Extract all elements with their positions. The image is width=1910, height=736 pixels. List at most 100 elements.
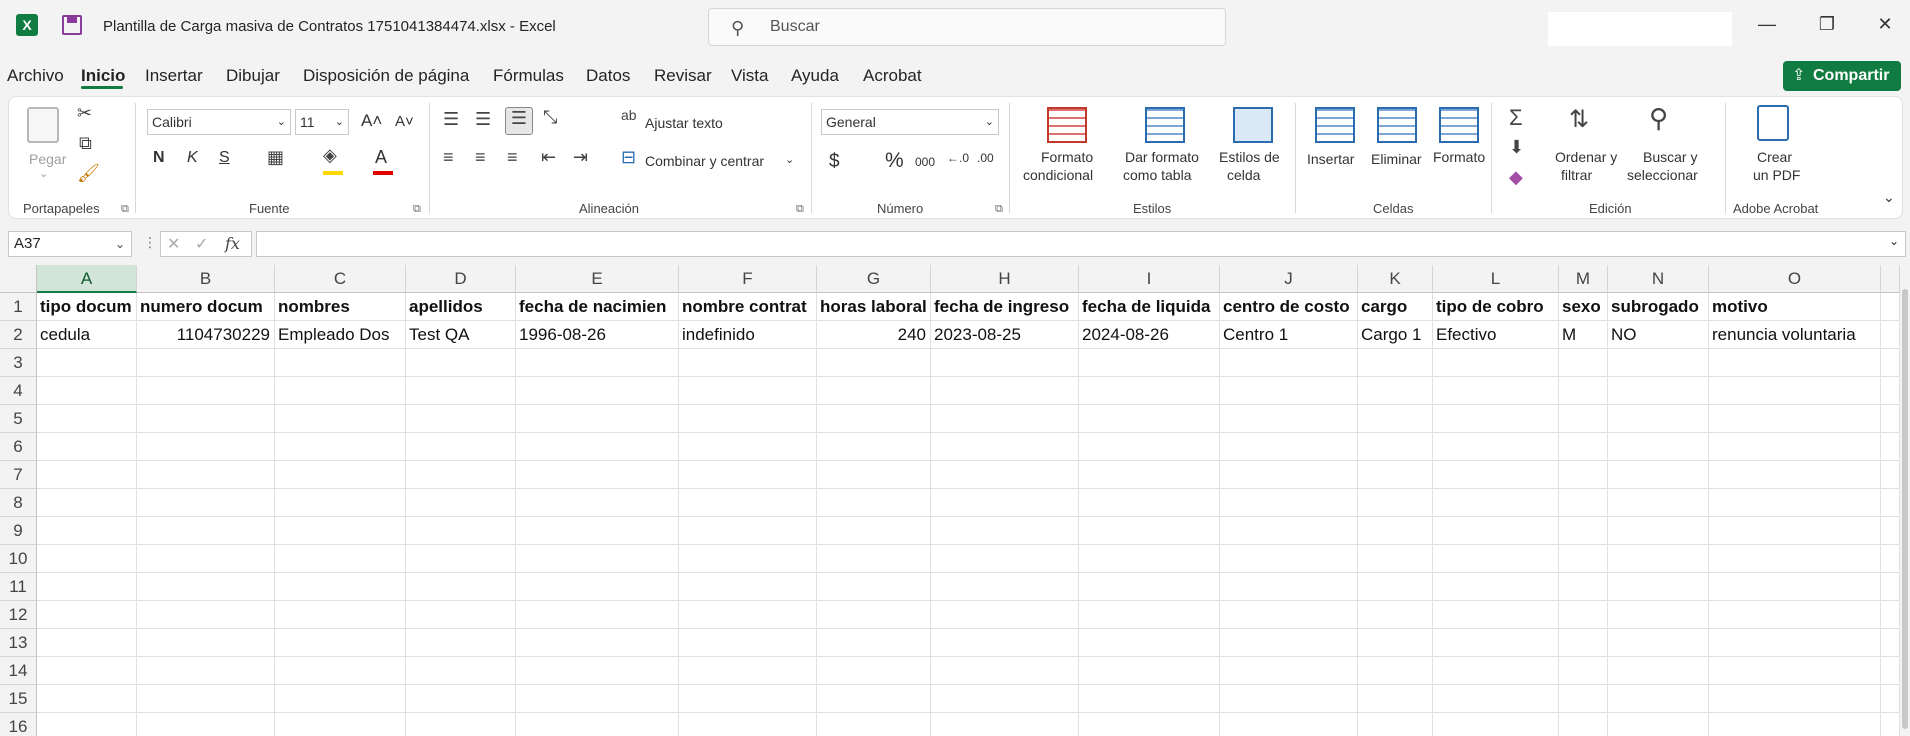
cell-b16[interactable] [137, 713, 275, 736]
cell-o4[interactable] [1709, 377, 1881, 405]
cell-i9[interactable] [1079, 517, 1220, 545]
cell-f3[interactable] [679, 349, 817, 377]
cell-j14[interactable] [1220, 657, 1358, 685]
cell-filler[interactable] [1881, 573, 1900, 601]
cell-m2[interactable]: M [1559, 321, 1608, 349]
cell-b1[interactable]: numero docum [137, 293, 275, 321]
cell-g6[interactable] [817, 433, 931, 461]
row-header-1[interactable]: 1 [0, 293, 37, 321]
cell-b14[interactable] [137, 657, 275, 685]
cell-o1[interactable]: motivo [1709, 293, 1881, 321]
cell-d8[interactable] [406, 489, 516, 517]
italic-button[interactable]: K [187, 149, 198, 167]
cell-l9[interactable] [1433, 517, 1559, 545]
cell-k15[interactable] [1358, 685, 1433, 713]
row-header-2[interactable]: 2 [0, 321, 37, 349]
cell-c3[interactable] [275, 349, 406, 377]
cell-g12[interactable] [817, 601, 931, 629]
cell-m16[interactable] [1559, 713, 1608, 736]
cell-i4[interactable] [1079, 377, 1220, 405]
cell-d6[interactable] [406, 433, 516, 461]
ribbon-collapse-icon[interactable]: ⌄ [1883, 189, 1895, 206]
cell-k10[interactable] [1358, 545, 1433, 573]
cell-filler[interactable] [1881, 349, 1900, 377]
tab-datos[interactable]: Datos [586, 66, 630, 86]
cell-e15[interactable] [516, 685, 679, 713]
shrink-font-icon[interactable]: A˅ [395, 113, 414, 130]
cell-styles-line1[interactable]: Estilos de [1219, 149, 1280, 165]
cell-j16[interactable] [1220, 713, 1358, 736]
cell-d3[interactable] [406, 349, 516, 377]
cell-m9[interactable] [1559, 517, 1608, 545]
cell-m13[interactable] [1559, 629, 1608, 657]
cell-m6[interactable] [1559, 433, 1608, 461]
cell-i14[interactable] [1079, 657, 1220, 685]
cell-f8[interactable] [679, 489, 817, 517]
cell-h3[interactable] [931, 349, 1079, 377]
cell-i8[interactable] [1079, 489, 1220, 517]
cell-e3[interactable] [516, 349, 679, 377]
cell-b11[interactable] [137, 573, 275, 601]
cell-m8[interactable] [1559, 489, 1608, 517]
row-header-4[interactable]: 4 [0, 377, 37, 405]
cell-c12[interactable] [275, 601, 406, 629]
cancel-entry-icon[interactable]: ✕ [167, 234, 180, 254]
cell-i12[interactable] [1079, 601, 1220, 629]
cell-i11[interactable] [1079, 573, 1220, 601]
cell-filler[interactable] [1881, 657, 1900, 685]
clipboard-launcher-icon[interactable]: ⧉ [121, 203, 129, 216]
row-header-6[interactable]: 6 [0, 433, 37, 461]
cell-d16[interactable] [406, 713, 516, 736]
cell-filler[interactable] [1881, 293, 1900, 321]
cell-d13[interactable] [406, 629, 516, 657]
cell-c6[interactable] [275, 433, 406, 461]
cell-c4[interactable] [275, 377, 406, 405]
cell-e2[interactable]: 1996-08-26 [516, 321, 679, 349]
cell-m14[interactable] [1559, 657, 1608, 685]
cell-i3[interactable] [1079, 349, 1220, 377]
format-painter-icon[interactable]: 🖌 [77, 163, 100, 184]
cell-e9[interactable] [516, 517, 679, 545]
cell-n4[interactable] [1608, 377, 1709, 405]
cell-o10[interactable] [1709, 545, 1881, 573]
cell-n16[interactable] [1608, 713, 1709, 736]
cell-k1[interactable]: cargo [1358, 293, 1433, 321]
cell-f5[interactable] [679, 405, 817, 433]
row-header-8[interactable]: 8 [0, 489, 37, 517]
cell-d2[interactable]: Test QA [406, 321, 516, 349]
cell-h14[interactable] [931, 657, 1079, 685]
tab-acrobat[interactable]: Acrobat [863, 66, 922, 86]
cell-c15[interactable] [275, 685, 406, 713]
cell-b12[interactable] [137, 601, 275, 629]
orientation-icon[interactable]: ⤡ [543, 107, 557, 128]
cell-l14[interactable] [1433, 657, 1559, 685]
tab-revisar[interactable]: Revisar [654, 66, 712, 86]
delete-cells-icon[interactable] [1377, 107, 1417, 143]
cell-j1[interactable]: centro de costo [1220, 293, 1358, 321]
cell-e11[interactable] [516, 573, 679, 601]
cell-o13[interactable] [1709, 629, 1881, 657]
cell-a16[interactable] [37, 713, 137, 736]
cell-a6[interactable] [37, 433, 137, 461]
number-launcher-icon[interactable]: ⧉ [995, 203, 1003, 216]
cell-h8[interactable] [931, 489, 1079, 517]
cell-l16[interactable] [1433, 713, 1559, 736]
font-launcher-icon[interactable]: ⧉ [413, 203, 421, 216]
cell-n11[interactable] [1608, 573, 1709, 601]
autosum-icon[interactable]: Σ [1509, 105, 1523, 131]
cell-e10[interactable] [516, 545, 679, 573]
cell-h16[interactable] [931, 713, 1079, 736]
cell-b6[interactable] [137, 433, 275, 461]
cell-d14[interactable] [406, 657, 516, 685]
cell-styles-icon[interactable] [1233, 107, 1273, 143]
font-color-icon[interactable]: A [375, 147, 387, 168]
row-header-14[interactable]: 14 [0, 657, 37, 685]
create-pdf-line1[interactable]: Crear [1757, 149, 1792, 165]
format-cells-button[interactable]: Formato [1433, 149, 1485, 165]
cell-o2[interactable]: renuncia voluntaria [1709, 321, 1881, 349]
cell-f6[interactable] [679, 433, 817, 461]
cell-e6[interactable] [516, 433, 679, 461]
cell-h9[interactable] [931, 517, 1079, 545]
cell-k14[interactable] [1358, 657, 1433, 685]
cell-l13[interactable] [1433, 629, 1559, 657]
